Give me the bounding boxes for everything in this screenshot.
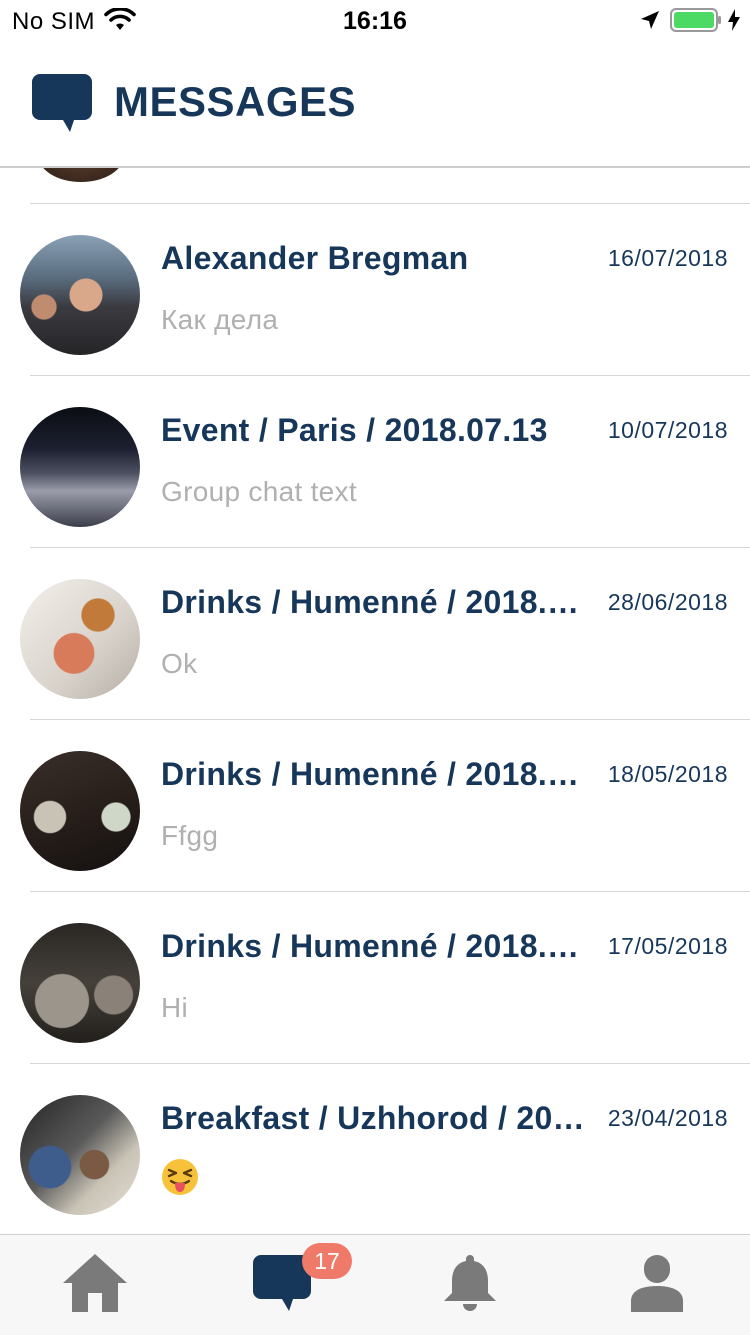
avatar xyxy=(20,407,140,527)
tab-messages[interactable]: 17 xyxy=(207,1235,357,1335)
avatar xyxy=(20,1095,140,1215)
user-icon xyxy=(631,1255,683,1312)
tab-profile[interactable] xyxy=(581,1235,731,1335)
home-icon xyxy=(63,1254,127,1312)
conversation-row[interactable]: Alexander Bregman 16/07/2018 Как дела xyxy=(0,204,750,376)
status-bar: No SIM 16:16 xyxy=(0,0,750,40)
conversation-date: 18/05/2018 xyxy=(607,761,728,787)
tab-bar: 17 xyxy=(0,1234,750,1335)
unread-badge: 17 xyxy=(302,1243,352,1279)
conversation-title: Alexander Bregman xyxy=(161,240,469,276)
conversation-row[interactable]: Breakfast / Uzhhorod / 2018.04.23 23/04/… xyxy=(0,1064,750,1234)
squinting-tongue-emoji-icon xyxy=(161,1158,199,1201)
conversation-row[interactable]: Drinks / Humenné / 2018.05.18 18/05/2018… xyxy=(0,720,750,892)
tab-notifications[interactable] xyxy=(394,1235,544,1335)
conversation-row[interactable]: Drinks / Humenné / 2018.05.17 17/05/2018… xyxy=(0,892,750,1064)
conversation-date: 23/04/2018 xyxy=(607,1105,728,1131)
chat-bubble-icon xyxy=(32,72,94,139)
conversation-date: 10/07/2018 xyxy=(607,417,728,443)
conversation-title: Event / Paris / 2018.07.13 xyxy=(161,412,548,448)
conversation-list[interactable]: Alexander Bregman 16/07/2018 Как дела Ev… xyxy=(0,168,750,1234)
conversation-title: Drinks / Humenné / 2018.06.28 xyxy=(161,584,586,620)
conversation-row[interactable]: Drinks / Humenné / 2018.06.28 28/06/2018… xyxy=(0,548,750,720)
app-header: MESSAGES xyxy=(0,40,750,168)
avatar xyxy=(20,923,140,1043)
battery-icon xyxy=(670,8,722,37)
conversation-date: 17/05/2018 xyxy=(607,933,728,959)
conversation-preview: Ffgg xyxy=(161,820,219,851)
avatar xyxy=(20,579,140,699)
location-arrow-icon xyxy=(639,9,661,36)
conversation-preview: Group chat text xyxy=(161,476,357,507)
bell-icon xyxy=(444,1255,496,1311)
avatar xyxy=(20,751,140,871)
conversation-preview: Ok xyxy=(161,648,198,679)
page-title: MESSAGES xyxy=(114,78,357,125)
tab-home[interactable] xyxy=(20,1235,170,1335)
conversation-title: Drinks / Humenné / 2018.05.18 xyxy=(161,756,586,792)
conversation-title: Breakfast / Uzhhorod / 2018.04.23 xyxy=(161,1100,586,1136)
charging-bolt-icon xyxy=(727,8,741,37)
conversation-title: Drinks / Humenné / 2018.05.17 xyxy=(161,928,586,964)
conversation-row[interactable]: Event / Paris / 2018.07.13 10/07/2018 Gr… xyxy=(0,376,750,548)
avatar xyxy=(20,235,140,355)
avatar xyxy=(38,168,124,182)
conversation-date: 16/07/2018 xyxy=(607,245,728,271)
conversation-date: 28/06/2018 xyxy=(607,589,728,615)
conversation-preview: Как дела xyxy=(161,304,279,335)
conversation-preview: Hi xyxy=(161,992,189,1023)
status-time: 16:16 xyxy=(343,7,407,35)
